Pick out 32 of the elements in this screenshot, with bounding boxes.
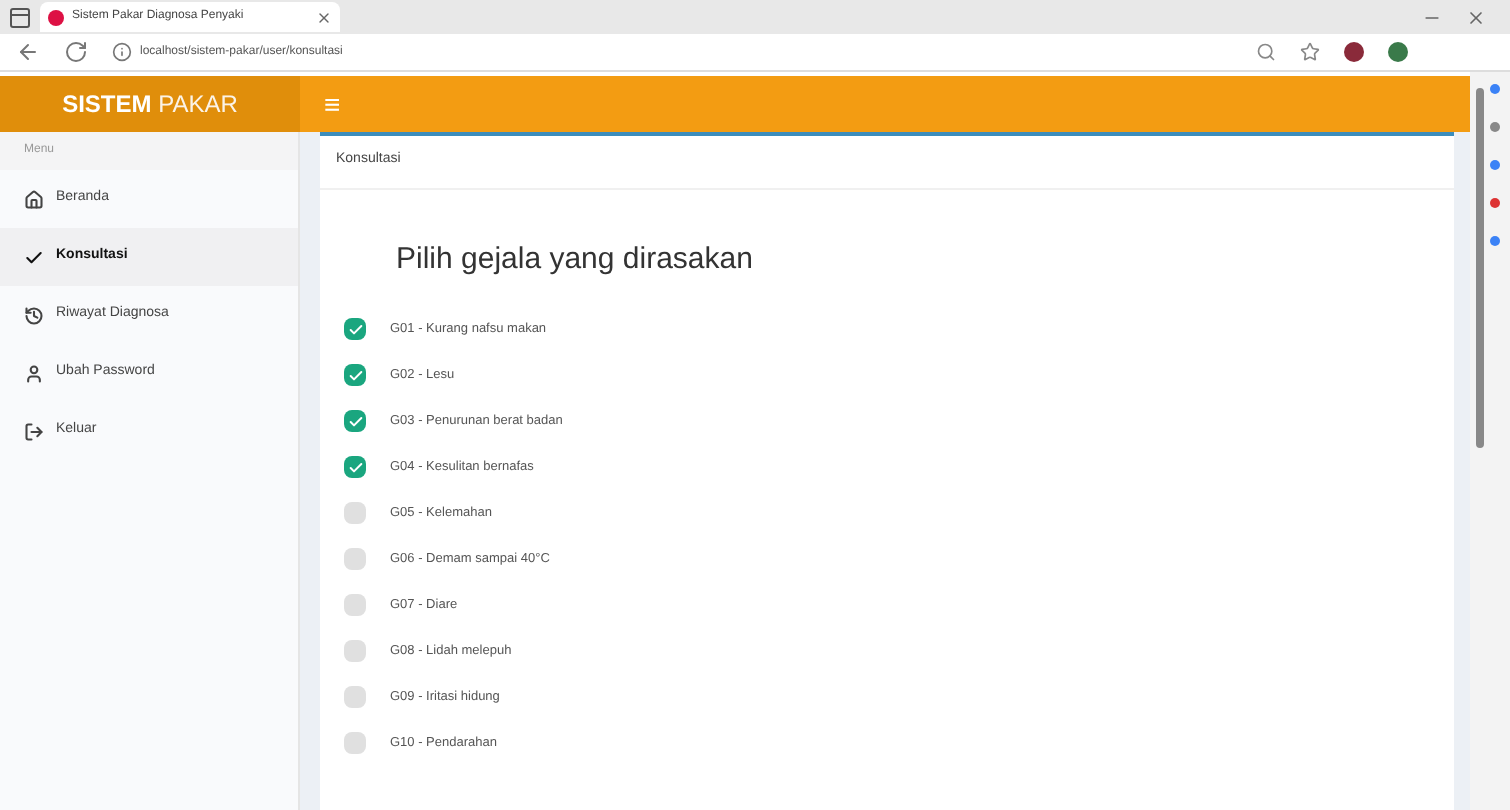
checkbox[interactable] (344, 364, 366, 386)
history-icon (24, 305, 44, 325)
checkbox[interactable] (344, 548, 366, 570)
sidebar-app-icon[interactable] (1490, 198, 1500, 208)
sidebar-app-icon[interactable] (1490, 122, 1500, 132)
home-icon (24, 189, 44, 209)
checkbox[interactable] (344, 594, 366, 616)
back-icon[interactable] (16, 40, 40, 64)
reload-icon[interactable] (64, 40, 88, 64)
star-icon[interactable] (1300, 42, 1320, 62)
tab-list-icon[interactable] (8, 5, 32, 29)
extension-icon[interactable] (1344, 42, 1364, 62)
checkbox[interactable] (344, 456, 366, 478)
extension-icon[interactable] (1388, 42, 1408, 62)
checkbox[interactable] (344, 502, 366, 524)
favicon-icon (48, 9, 64, 25)
form-heading: Pilih gejala yang dirasakan (394, 239, 755, 279)
sidebar-app-icon[interactable] (1490, 84, 1500, 94)
logout-icon (24, 421, 44, 441)
sidebar-app-icon[interactable] (1490, 160, 1500, 170)
checkbox[interactable] (344, 318, 366, 340)
checkbox[interactable] (344, 640, 366, 662)
search-icon[interactable] (1256, 42, 1276, 62)
close-icon[interactable] (1466, 7, 1486, 27)
check-icon (24, 247, 44, 267)
sidebar-app-icon[interactable] (1490, 236, 1500, 246)
checkbox[interactable] (344, 732, 366, 754)
user-icon (24, 363, 44, 383)
scrollbar[interactable] (1476, 88, 1484, 448)
close-icon[interactable] (316, 9, 332, 25)
checkbox[interactable] (344, 410, 366, 432)
checkbox[interactable] (344, 686, 366, 708)
